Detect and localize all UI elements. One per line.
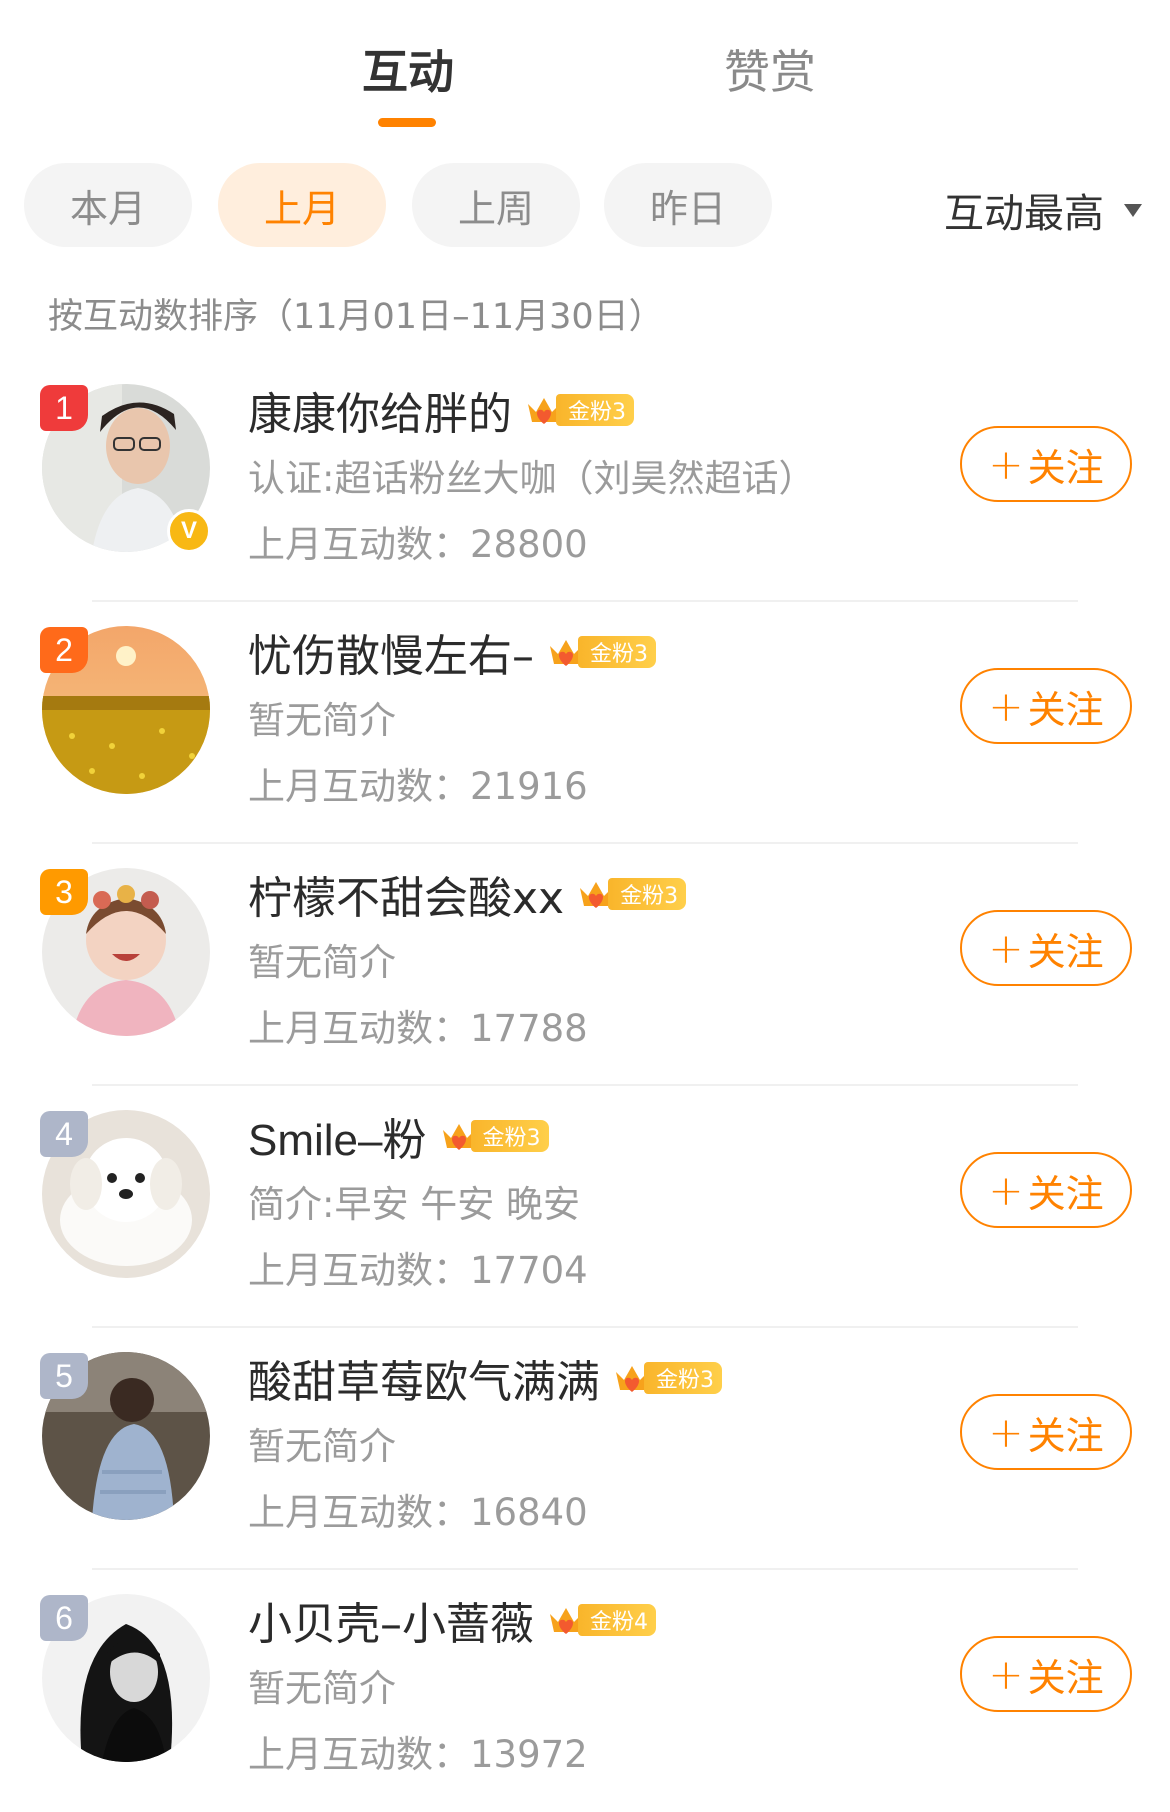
rank-badge: 4	[40, 1111, 88, 1157]
tab-reward[interactable]: 赞赏	[724, 36, 816, 102]
fan-level-badge: 金粉3	[546, 634, 656, 670]
user-name[interactable]: 忧伤散慢左右–	[248, 620, 534, 684]
sort-dropdown[interactable]: 互动最高	[944, 181, 1142, 239]
user-info: 康康你给胖的 金粉3 认证:超话粉丝大咖（刘昊然超话） 上月互动数：28800	[248, 382, 938, 568]
user-bio: 暂无简介	[248, 1667, 396, 1710]
interaction-count: 上月互动数：21916	[248, 765, 588, 808]
plus-icon: +	[988, 681, 1024, 731]
filter-chip-last-week[interactable]: 上周	[412, 163, 580, 247]
filter-chip-this-month[interactable]: 本月	[24, 163, 192, 247]
follow-button[interactable]: + 关注	[960, 1152, 1132, 1228]
interaction-count: 上月互动数：17788	[248, 1007, 588, 1050]
user-info: 忧伤散慢左右– 金粉3 暂无简介 上月互动数：21916	[248, 624, 938, 810]
rank-badge: 1	[40, 385, 88, 431]
top-tab-bar: 互动 赞赏	[0, 24, 1170, 134]
user-bio: 暂无简介	[248, 699, 396, 742]
follow-button[interactable]: + 关注	[960, 910, 1132, 986]
period-filter-bar: 本月 上月 上周 昨日 互动最高	[0, 163, 1170, 248]
user-bio: 暂无简介	[248, 941, 396, 984]
plus-icon: +	[988, 1649, 1024, 1699]
user-name[interactable]: 小贝壳–小蔷薇	[248, 1588, 534, 1652]
plus-icon: +	[988, 439, 1024, 489]
verified-v-icon: V	[167, 509, 211, 553]
user-bio: 暂无简介	[248, 1425, 396, 1468]
active-tab-indicator	[378, 118, 436, 127]
fan-level-badge: 金粉3	[576, 876, 687, 912]
follow-button[interactable]: + 关注	[960, 1636, 1132, 1712]
list-item[interactable]: 2 忧伤散慢左右– 金粉3 暂无简介 上月互动数：21916 + 关注	[0, 602, 1170, 844]
user-info: Smile–粉 金粉3 简介:早安 午安 晚安 上月互动数：17704	[248, 1108, 938, 1294]
list-item[interactable]: 4 Smile–粉 金粉3 简介:早安 午安 晚安 上月互动数：17704 + …	[0, 1086, 1170, 1328]
fan-level-badge: 金粉3	[612, 1360, 722, 1396]
plus-icon: +	[988, 923, 1024, 973]
interaction-count: 上月互动数：16840	[248, 1491, 588, 1534]
rank-badge: 2	[40, 627, 88, 673]
user-bio: 认证:超话粉丝大咖（刘昊然超话）	[248, 457, 816, 500]
user-name[interactable]: 柠檬不甜会酸xx	[248, 862, 564, 926]
filter-chip-yesterday[interactable]: 昨日	[604, 163, 772, 247]
user-name[interactable]: 酸甜草莓欧气满满	[248, 1346, 600, 1410]
list-item[interactable]: 1 V 康康你给胖的 金粉3 认证:超话粉丝大咖（刘昊然超话） 上月互动数：28…	[0, 360, 1170, 602]
sort-range-caption: 按互动数排序（11月01日–11月30日）	[48, 297, 664, 337]
list-item[interactable]: 6 小贝壳–小蔷薇 金粉4 暂无简介 上月互动数：13972 + 关注	[0, 1570, 1170, 1812]
list-item[interactable]: 3 柠檬不甜会酸xx 金粉3 暂无简介 上月互动数：17788 + 关注	[0, 844, 1170, 1086]
user-info: 小贝壳–小蔷薇 金粉4 暂无简介 上月互动数：13972	[248, 1592, 938, 1778]
interaction-count: 上月互动数：17704	[248, 1249, 588, 1292]
tab-interact[interactable]: 互动	[362, 36, 454, 102]
follow-button[interactable]: + 关注	[960, 426, 1132, 502]
interaction-count: 上月互动数：28800	[248, 523, 588, 566]
rank-badge: 5	[40, 1353, 88, 1399]
follow-button[interactable]: + 关注	[960, 1394, 1132, 1470]
fan-level-badge: 金粉3	[439, 1118, 549, 1154]
fan-level-badge: 金粉4	[546, 1602, 656, 1638]
fan-ranking-list: 1 V 康康你给胖的 金粉3 认证:超话粉丝大咖（刘昊然超话） 上月互动数：28…	[0, 360, 1170, 1812]
list-item[interactable]: 5 酸甜草莓欧气满满 金粉3 暂无简介 上月互动数：16840 + 关注	[0, 1328, 1170, 1570]
user-name[interactable]: 康康你给胖的	[248, 378, 512, 442]
filter-chip-last-month[interactable]: 上月	[218, 163, 386, 247]
rank-badge: 6	[40, 1595, 88, 1641]
user-bio: 简介:早安 午安 晚安	[248, 1183, 580, 1226]
dropdown-triangle-icon	[1124, 203, 1142, 217]
sort-label: 互动最高	[944, 191, 1104, 237]
plus-icon: +	[988, 1407, 1024, 1457]
interaction-count: 上月互动数：13972	[248, 1733, 588, 1776]
rank-badge: 3	[40, 869, 88, 915]
follow-button[interactable]: + 关注	[960, 668, 1132, 744]
plus-icon: +	[988, 1165, 1024, 1215]
fan-level-badge: 金粉3	[524, 392, 634, 428]
user-info: 酸甜草莓欧气满满 金粉3 暂无简介 上月互动数：16840	[248, 1350, 938, 1536]
user-name[interactable]: Smile–粉	[248, 1104, 427, 1168]
user-info: 柠檬不甜会酸xx 金粉3 暂无简介 上月互动数：17788	[248, 866, 938, 1052]
